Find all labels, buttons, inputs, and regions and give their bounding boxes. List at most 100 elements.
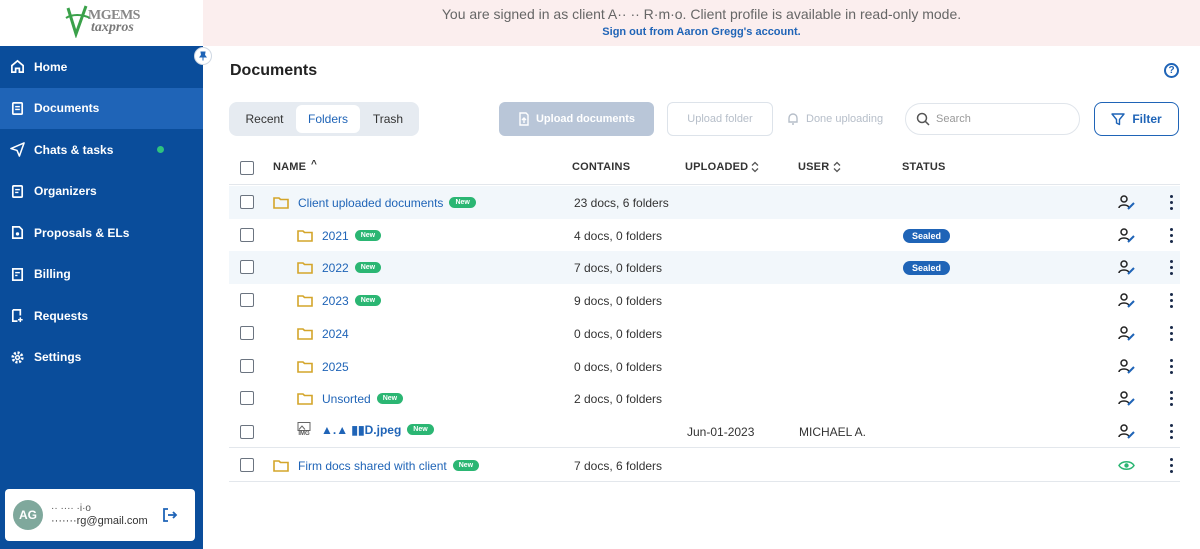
- unread-dot: [157, 146, 164, 154]
- more-options-icon[interactable]: [1169, 458, 1173, 473]
- table-row[interactable]: 2021 New 4 docs, 0 folders Sealed: [229, 219, 1180, 252]
- sort-toggle-icon[interactable]: [833, 161, 841, 173]
- sidebar-item-requests[interactable]: Requests: [0, 295, 203, 337]
- table-row[interactable]: 2025 0 docs, 0 folders: [229, 350, 1180, 383]
- logo-subtext: taxpros: [91, 20, 134, 35]
- tab-trash[interactable]: Trash: [360, 105, 416, 133]
- folder-icon: [273, 197, 289, 209]
- more-options-icon[interactable]: [1169, 293, 1173, 308]
- sign-out-link[interactable]: Sign out from Aaron Gregg's account.: [203, 26, 1200, 38]
- folder-name[interactable]: 2022: [322, 261, 349, 275]
- pin-icon: [199, 51, 207, 61]
- sidebar-nav: Home Documents Chats & tasks Organizers …: [0, 46, 203, 378]
- folder-icon: [297, 328, 313, 340]
- sort-ascending-icon[interactable]: ^: [311, 159, 317, 170]
- column-header-uploaded[interactable]: UPLOADED: [685, 161, 748, 173]
- upload-documents-button[interactable]: Upload documents: [499, 102, 654, 136]
- column-header-name[interactable]: NAME: [273, 161, 306, 173]
- folder-icon: [297, 230, 313, 242]
- folder-name[interactable]: Unsorted: [322, 392, 371, 406]
- sidebar-item-settings[interactable]: Settings: [0, 337, 203, 379]
- sidebar-item-billing[interactable]: Billing: [0, 254, 203, 296]
- row-checkbox[interactable]: [240, 458, 254, 472]
- folder-icon: [273, 460, 289, 472]
- contains-cell: 7 docs, 6 folders: [574, 458, 663, 473]
- column-header-user[interactable]: USER: [798, 161, 829, 173]
- table-row[interactable]: Firm docs shared with client New 7 docs,…: [229, 449, 1180, 482]
- folder-name[interactable]: Client uploaded documents: [298, 196, 443, 210]
- row-checkbox[interactable]: [240, 195, 254, 209]
- filter-label: Filter: [1132, 112, 1162, 126]
- select-all-checkbox[interactable]: [240, 161, 254, 175]
- invoice-icon: [9, 266, 25, 282]
- sidebar-item-documents[interactable]: Documents: [0, 87, 203, 129]
- folder-name[interactable]: 2021: [322, 229, 349, 243]
- assign-user-icon[interactable]: [1118, 358, 1135, 375]
- contains-cell: 0 docs, 0 folders: [574, 326, 663, 341]
- eye-icon[interactable]: [1118, 457, 1135, 474]
- new-badge: New: [376, 393, 404, 404]
- assign-user-icon[interactable]: [1118, 423, 1135, 440]
- search-input[interactable]: [936, 113, 1066, 125]
- more-options-icon[interactable]: [1169, 391, 1173, 406]
- assign-user-icon[interactable]: [1118, 292, 1135, 309]
- sidebar-item-label: Requests: [34, 308, 89, 323]
- row-checkbox[interactable]: [240, 359, 254, 373]
- upload-folder-button[interactable]: Upload folder: [667, 102, 773, 136]
- more-options-icon[interactable]: [1169, 260, 1173, 275]
- folder-name[interactable]: 2025: [322, 360, 349, 374]
- table-row[interactable]: IMG ▲.▲ ▮▮D.jpeg New Jun-01-2023 MICHAEL…: [229, 415, 1180, 448]
- assign-user-icon[interactable]: [1118, 259, 1135, 276]
- avatar: AG: [13, 500, 43, 530]
- table-row[interactable]: 2023 New 9 docs, 0 folders: [229, 284, 1180, 317]
- table-row[interactable]: 2022 New 7 docs, 0 folders Sealed: [229, 251, 1180, 284]
- assign-user-icon[interactable]: [1118, 325, 1135, 342]
- upload-documents-label: Upload documents: [535, 113, 635, 125]
- row-checkbox[interactable]: [240, 260, 254, 274]
- filter-button[interactable]: Filter: [1094, 102, 1179, 136]
- sort-toggle-icon[interactable]: [751, 161, 759, 173]
- folder-name[interactable]: 2024: [322, 327, 349, 341]
- row-checkbox[interactable]: [240, 228, 254, 242]
- user-email: ·······rg@gmail.com: [51, 515, 148, 527]
- column-header-contains: CONTAINS: [572, 161, 631, 173]
- help-icon[interactable]: ?: [1164, 63, 1179, 78]
- folder-name[interactable]: 2023: [322, 294, 349, 308]
- sidebar-item-proposals[interactable]: Proposals & ELs: [0, 212, 203, 254]
- folder-icon: [297, 295, 313, 307]
- logo: MGEMS taxpros: [0, 0, 203, 46]
- tab-folders[interactable]: Folders: [296, 105, 360, 133]
- table-row[interactable]: 2024 0 docs, 0 folders: [229, 317, 1180, 350]
- file-name[interactable]: ▲.▲ ▮▮D.jpeg: [321, 423, 401, 437]
- done-uploading-label: Done uploading: [806, 113, 884, 125]
- assign-user-icon[interactable]: [1118, 194, 1135, 211]
- more-options-icon[interactable]: [1169, 424, 1173, 439]
- table-row[interactable]: Client uploaded documents New 23 docs, 6…: [229, 186, 1180, 219]
- pin-sidebar-button[interactable]: [194, 47, 212, 65]
- column-header-status: STATUS: [902, 161, 946, 173]
- more-options-icon[interactable]: [1169, 359, 1173, 374]
- gear-icon: [9, 349, 25, 365]
- assign-user-icon[interactable]: [1118, 227, 1135, 244]
- assign-user-icon[interactable]: [1118, 390, 1135, 407]
- file-type-tag: IMG: [298, 430, 310, 437]
- tab-recent[interactable]: Recent: [233, 105, 296, 133]
- folder-name[interactable]: Firm docs shared with client: [298, 459, 447, 473]
- sidebar-item-home[interactable]: Home: [0, 46, 203, 88]
- sidebar-item-label: Billing: [34, 267, 71, 282]
- row-checkbox[interactable]: [240, 326, 254, 340]
- row-checkbox[interactable]: [240, 425, 254, 439]
- more-options-icon[interactable]: [1169, 195, 1173, 210]
- search-icon: [916, 112, 930, 126]
- more-options-icon[interactable]: [1169, 228, 1173, 243]
- table-row[interactable]: Unsorted New 2 docs, 0 folders: [229, 382, 1180, 415]
- file-icon: [9, 225, 25, 241]
- sidebar-item-chats-tasks[interactable]: Chats & tasks: [0, 129, 203, 171]
- sidebar-item-organizers[interactable]: Organizers: [0, 171, 203, 213]
- row-checkbox[interactable]: [240, 293, 254, 307]
- more-options-icon[interactable]: [1169, 326, 1173, 341]
- row-checkbox[interactable]: [240, 391, 254, 405]
- logout-icon[interactable]: [161, 506, 179, 524]
- done-uploading-button[interactable]: Done uploading: [786, 102, 898, 136]
- sealed-badge: Sealed: [903, 260, 951, 275]
